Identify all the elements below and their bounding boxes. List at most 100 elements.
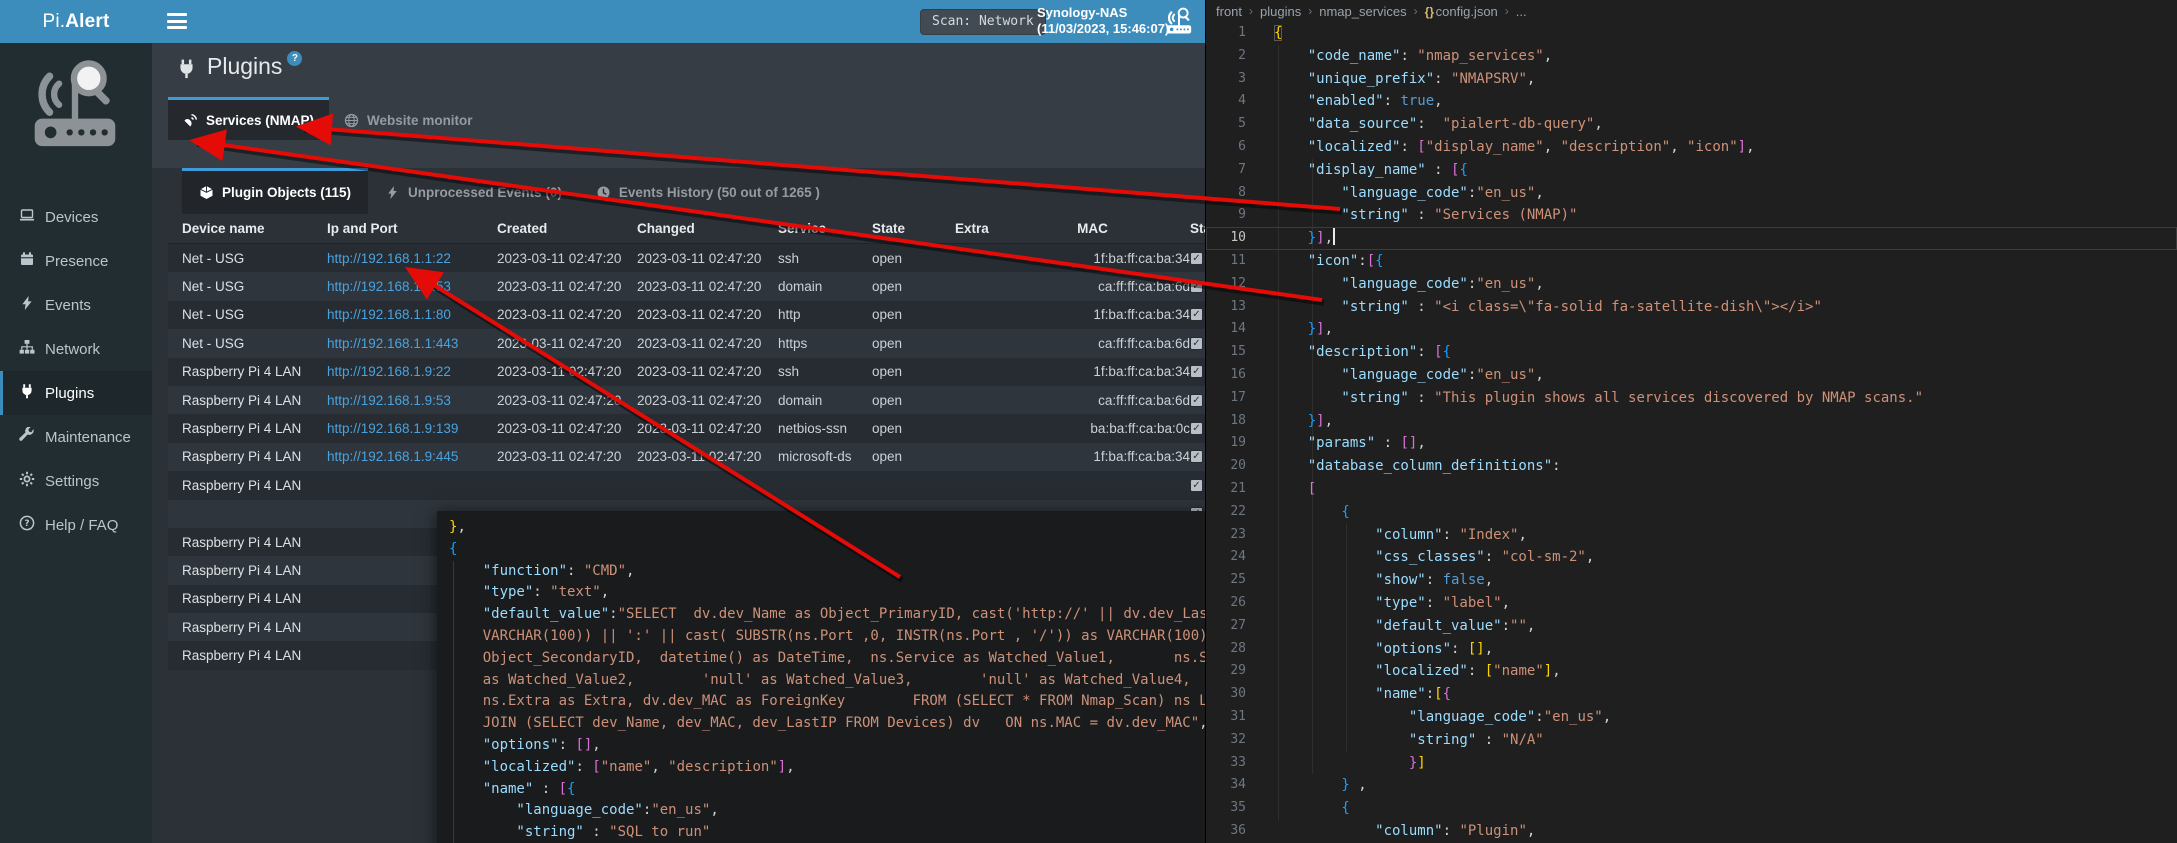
editor-line: 14 }], xyxy=(1206,318,2177,341)
row-checkbox[interactable]: ✓ xyxy=(1190,308,1203,321)
line-number: 3 xyxy=(1206,68,1246,91)
sidebar-item-plugins[interactable]: Plugins xyxy=(0,371,152,415)
table-row[interactable]: Net - USGhttp://192.168.1.1:222023-03-11… xyxy=(168,244,1205,272)
status-cell: ✓ xyxy=(1190,365,1205,378)
sitemap-icon xyxy=(19,339,35,359)
tab-events-history-50-out-of-1265-[interactable]: Events History (50 out of 1265 ) xyxy=(579,168,837,214)
column-header-state[interactable]: State xyxy=(872,221,955,236)
bolt-icon xyxy=(385,185,400,200)
tab-label: Plugin Objects (115) xyxy=(222,185,351,200)
code-text: { xyxy=(1246,797,1350,820)
table-row[interactable]: Raspberry Pi 4 LANhttp://192.168.1.9:532… xyxy=(168,386,1205,414)
code-text: "language_code":"en_us", xyxy=(1246,364,1544,387)
breadcrumb-item[interactable]: plugins xyxy=(1260,4,1301,19)
column-header-ip-and-port[interactable]: Ip and Port xyxy=(327,221,497,236)
changed-cell: 2023-03-11 02:47:20 xyxy=(637,279,778,294)
ip-port-link[interactable]: http://192.168.1.9:139 xyxy=(327,421,458,436)
sidebar-toggle-icon[interactable] xyxy=(167,13,187,29)
breadcrumb-item[interactable]: {} config.json xyxy=(1425,4,1498,19)
line-number: 26 xyxy=(1206,592,1246,615)
line-number: 31 xyxy=(1206,706,1246,729)
line-number: 6 xyxy=(1206,136,1246,159)
sidebar-item-settings[interactable]: Settings xyxy=(0,459,152,503)
table-row[interactable]: Raspberry Pi 4 LAN✓ xyxy=(168,471,1205,499)
bolt-icon xyxy=(19,295,35,315)
breadcrumb-item[interactable]: ... xyxy=(1516,4,1527,19)
sidebar-item-events[interactable]: Events xyxy=(0,283,152,327)
table-row[interactable]: Net - USGhttp://192.168.1.1:4432023-03-1… xyxy=(168,329,1205,357)
help-badge[interactable]: ? xyxy=(287,51,302,66)
row-checkbox[interactable]: ✓ xyxy=(1190,337,1203,350)
row-checkbox[interactable]: ✓ xyxy=(1190,252,1203,265)
breadcrumb-item[interactable]: nmap_services xyxy=(1319,4,1406,19)
popup-code-line: as Watched_Value2, 'null' as Watched_Val… xyxy=(449,670,1205,692)
row-checkbox[interactable]: ✓ xyxy=(1190,280,1203,293)
ip-port-cell: http://192.168.1.1:53 xyxy=(327,279,497,294)
ip-port-link[interactable]: http://192.168.1.1:53 xyxy=(327,279,451,294)
object-tabs: Plugin Objects (115) Unprocessed Events (… xyxy=(182,168,837,214)
state-cell: open xyxy=(872,421,955,436)
line-number: 24 xyxy=(1206,546,1246,569)
editor-line: 24 "css_classes": "col-sm-2", xyxy=(1206,546,2177,569)
code-text: "string" : "Services (NMAP)" xyxy=(1246,204,1577,227)
row-checkbox[interactable]: ✓ xyxy=(1190,450,1203,463)
column-header-mac[interactable]: MAC xyxy=(995,221,1190,236)
column-header-changed[interactable]: Changed xyxy=(637,221,778,236)
column-header-status[interactable]: Status xyxy=(1190,221,1205,236)
row-checkbox[interactable]: ✓ xyxy=(1190,365,1203,378)
code-text: "enabled": true, xyxy=(1246,90,1443,113)
code-text: "description": [{ xyxy=(1246,341,1451,364)
ip-port-link[interactable]: http://192.168.1.1:443 xyxy=(327,336,458,351)
table-row[interactable]: Net - USGhttp://192.168.1.1:802023-03-11… xyxy=(168,301,1205,329)
editor-line: 1{ xyxy=(1206,22,2177,45)
row-checkbox[interactable]: ✓ xyxy=(1190,479,1203,492)
service-cell: netbios-ssn xyxy=(778,421,872,436)
status-cell: ✓ xyxy=(1190,280,1205,293)
tab-plugin-objects-115-[interactable]: Plugin Objects (115) xyxy=(182,168,368,214)
ip-port-link[interactable]: http://192.168.1.9:445 xyxy=(327,449,458,464)
sidebar-item-network[interactable]: Network xyxy=(0,327,152,371)
code-text: "css_classes": "col-sm-2", xyxy=(1246,546,1594,569)
app-logo-text[interactable]: Pi.Alert xyxy=(0,0,152,43)
ip-port-link[interactable]: http://192.168.1.9:53 xyxy=(327,393,451,408)
sidebar-item-label: Devices xyxy=(45,209,98,226)
sidebar-item-help-faq[interactable]: ?Help / FAQ xyxy=(0,503,152,547)
service-cell: ssh xyxy=(778,251,872,266)
row-checkbox[interactable]: ✓ xyxy=(1190,394,1203,407)
tab-website-monitor[interactable]: Website monitor xyxy=(329,97,488,140)
ip-port-link[interactable]: http://192.168.1.1:22 xyxy=(327,251,451,266)
column-header-device-name[interactable]: Device name xyxy=(182,221,327,236)
column-header-service[interactable]: Service xyxy=(778,221,872,236)
table-row[interactable]: Net - USGhttp://192.168.1.1:532023-03-11… xyxy=(168,272,1205,300)
state-cell: open xyxy=(872,251,955,266)
tab-services-nmap-[interactable]: Services (NMAP) xyxy=(168,97,329,140)
breadcrumb-item[interactable]: front xyxy=(1216,4,1242,19)
ip-port-link[interactable]: http://192.168.1.1:80 xyxy=(327,307,451,322)
line-number: 4 xyxy=(1206,90,1246,113)
line-number: 5 xyxy=(1206,113,1246,136)
line-number: 14 xyxy=(1206,318,1246,341)
column-header-extra[interactable]: Extra xyxy=(955,221,995,236)
sidebar-item-devices[interactable]: Devices xyxy=(0,195,152,239)
status-cell: ✓ xyxy=(1190,308,1205,321)
sidebar-item-maintenance[interactable]: Maintenance xyxy=(0,415,152,459)
table-row[interactable]: Raspberry Pi 4 LANhttp://192.168.1.9:222… xyxy=(168,358,1205,386)
ip-port-link[interactable]: http://192.168.1.9:22 xyxy=(327,364,451,379)
code-text: "language_code":"en_us", xyxy=(1246,706,1611,729)
editor-line: 23 "column": "Index", xyxy=(1206,524,2177,547)
row-checkbox[interactable]: ✓ xyxy=(1190,422,1203,435)
code-text: "display_name" : [{ xyxy=(1246,159,1468,182)
editor-line: 27 "default_value":"", xyxy=(1206,615,2177,638)
table-row[interactable]: Raspberry Pi 4 LANhttp://192.168.1.9:445… xyxy=(168,443,1205,471)
editor-code-area[interactable]: 1{2 "code_name": "nmap_services",3 "uniq… xyxy=(1206,22,2177,843)
table-row[interactable]: Raspberry Pi 4 LANhttp://192.168.1.9:139… xyxy=(168,414,1205,442)
changed-cell: 2023-03-11 02:47:20 xyxy=(637,364,778,379)
editor-line: 13 "string" : "<i class=\"fa-solid fa-sa… xyxy=(1206,296,2177,319)
line-number: 27 xyxy=(1206,615,1246,638)
code-text: } , xyxy=(1246,774,1367,797)
line-number: 11 xyxy=(1206,250,1246,273)
tab-label: Unprocessed Events (0) xyxy=(408,185,562,200)
sidebar-item-presence[interactable]: Presence xyxy=(0,239,152,283)
tab-unprocessed-events-0-[interactable]: Unprocessed Events (0) xyxy=(368,168,579,214)
column-header-created[interactable]: Created xyxy=(497,221,637,236)
